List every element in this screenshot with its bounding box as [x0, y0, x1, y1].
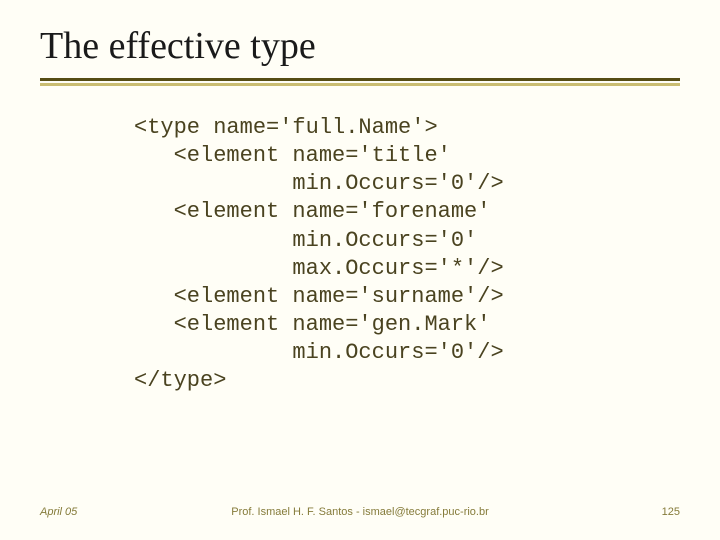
code-line: min.Occurs='0'/>	[134, 171, 504, 196]
footer: April 05 Prof. Ismael H. F. Santos - ism…	[0, 506, 720, 518]
footer-author: Prof. Ismael H. F. Santos - ismael@tecgr…	[231, 506, 489, 518]
code-line: </type>	[134, 368, 226, 393]
rule-light	[40, 83, 680, 86]
code-line: <element name='gen.Mark'	[134, 312, 490, 337]
title-underline	[40, 78, 680, 86]
code-line: <type name='full.Name'>	[134, 115, 438, 140]
code-line: min.Occurs='0'	[134, 228, 477, 253]
slide-title: The effective type	[40, 24, 680, 68]
footer-page-number: 125	[662, 506, 680, 518]
code-line: <element name='surname'/>	[134, 284, 504, 309]
code-line: max.Occurs='*'/>	[134, 256, 504, 281]
code-line: min.Occurs='0'/>	[134, 340, 504, 365]
code-block: <type name='full.Name'> <element name='t…	[134, 114, 680, 396]
code-line: <element name='title'	[134, 143, 451, 168]
rule-dark	[40, 78, 680, 81]
footer-date: April 05	[40, 506, 77, 518]
code-line: <element name='forename'	[134, 199, 490, 224]
slide: The effective type <type name='full.Name…	[0, 0, 720, 540]
